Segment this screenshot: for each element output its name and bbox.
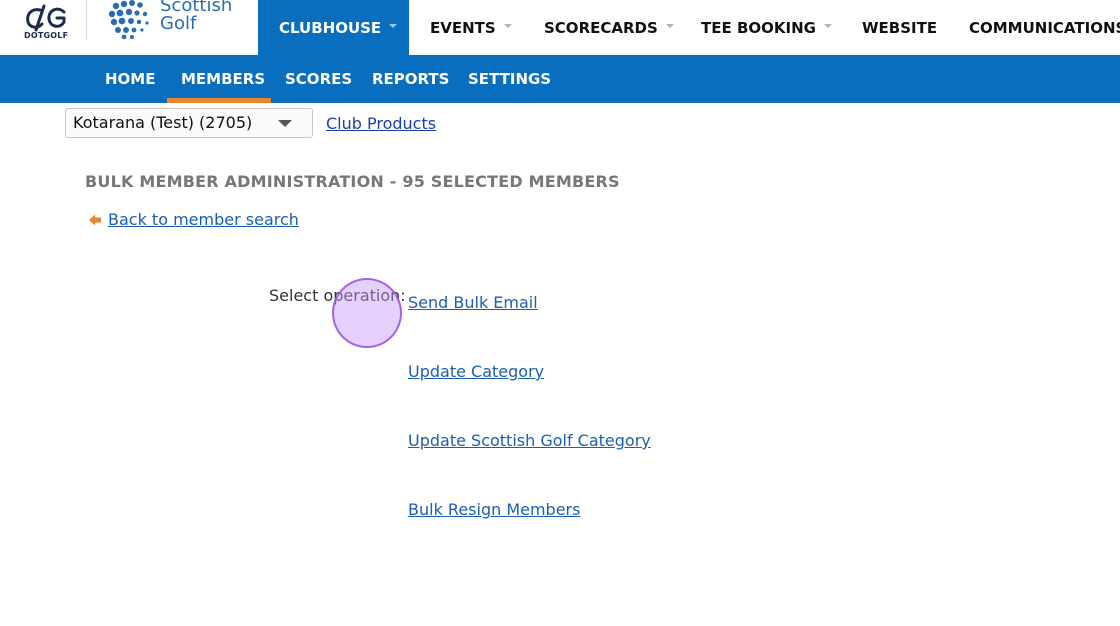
dropdown-arrow-icon [278,120,292,127]
active-tab-indicator [167,98,271,103]
club-products-link[interactable]: Club Products [326,114,436,133]
club-select-value: Kotarana (Test) (2705) [73,113,253,132]
top-nav-communications-label: COMMUNICATIONS [969,18,1120,37]
click-indicator [332,278,402,348]
top-nav-tee-booking-label: TEE BOOKING [701,18,816,37]
send-bulk-email-link[interactable]: Send Bulk Email [408,293,538,312]
chevron-down-icon [389,23,398,28]
sub-nav-settings[interactable]: SETTINGS [468,55,551,103]
top-nav-website-label: WEBSITE [862,18,938,37]
back-arrow-icon [89,214,101,226]
top-nav-events[interactable]: EVENTS [430,0,512,55]
top-nav-communications[interactable]: COMMUNICATIONS [969,0,1120,55]
scottish-golf-line2: Golf [160,13,197,34]
top-bar: DOTGOLF Scottish Golf CLUBHOUSE EVENTS S… [0,0,1120,55]
chevron-down-icon [665,23,674,28]
scottish-golf-ball-icon[interactable] [106,0,154,41]
scottish-golf-wordmark: Scottish Golf [160,0,232,33]
top-nav-scorecards-label: SCORECARDS [544,18,658,37]
top-nav-website[interactable]: WEBSITE [862,0,937,55]
sub-nav-bar: HOME MEMBERS SCORES REPORTS SETTINGS [0,55,1120,103]
dotgolf-wordmark: DOTGOLF [24,31,69,40]
page-title: BULK MEMBER ADMINISTRATION - 95 SELECTED… [85,172,620,191]
club-select[interactable]: Kotarana (Test) (2705) [65,108,313,138]
sub-nav-home[interactable]: HOME [105,55,155,103]
update-category-link[interactable]: Update Category [408,362,544,381]
logo-divider [86,0,87,40]
top-nav-clubhouse-label: CLUBHOUSE [279,18,382,37]
bulk-resign-members-link[interactable]: Bulk Resign Members [408,500,580,519]
back-to-member-search-link[interactable]: Back to member search [108,210,299,229]
top-nav-clubhouse[interactable]: CLUBHOUSE [258,0,409,55]
update-scottish-golf-category-link[interactable]: Update Scottish Golf Category [408,431,651,450]
sub-nav-scores[interactable]: SCORES [285,55,352,103]
chevron-down-icon [503,23,512,28]
top-nav-scorecards[interactable]: SCORECARDS [544,0,674,55]
sub-nav-reports[interactable]: REPORTS [372,55,449,103]
chevron-down-icon [823,23,832,28]
top-nav-events-label: EVENTS [430,18,496,37]
top-nav-tee-booking[interactable]: TEE BOOKING [701,0,832,55]
sub-nav-members[interactable]: MEMBERS [181,55,265,103]
